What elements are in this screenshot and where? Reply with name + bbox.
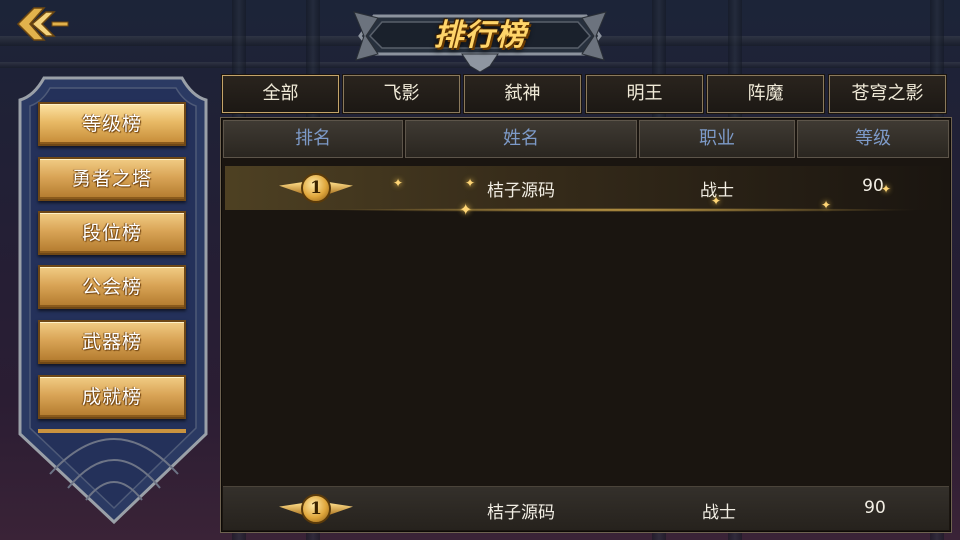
medal-wing [279, 182, 303, 194]
sparkle-icon: ✦ [881, 182, 892, 196]
tab-mingwang[interactable]: 明王 [585, 74, 704, 114]
header-name: 姓名 [405, 120, 637, 158]
side-item-tower[interactable]: 勇者之塔 [38, 157, 186, 201]
tab-all[interactable]: 全部 [221, 74, 340, 114]
sparkle-icon: ✦ [821, 198, 832, 212]
header-class: 职业 [639, 120, 795, 158]
tab-shishen[interactable]: 弑神 [463, 74, 582, 114]
medal-wing [329, 182, 353, 194]
side-item-weapon[interactable]: 武器榜 [38, 320, 186, 364]
medal-wing [279, 503, 303, 515]
ranking-table: 排名 姓名 职业 等级 1 桔子源码 战士 90 ✦ ✦ ✦ ✦ ✦ ✦ 1 桔… [220, 117, 952, 533]
side-menu-scroll-edge [38, 429, 186, 433]
back-arrow-icon [16, 7, 69, 41]
my-name: 桔子源码 [487, 503, 555, 523]
sparkle-icon: ✦ [393, 176, 404, 190]
page-title: 排行榜 [433, 18, 527, 53]
table-row[interactable]: 1 桔子源码 战士 90 [225, 166, 949, 210]
sparkle-icon: ✦ [459, 200, 473, 219]
my-class: 战士 [702, 503, 736, 523]
sparkle-icon: ✦ [711, 194, 722, 208]
side-item-guild[interactable]: 公会榜 [38, 265, 186, 309]
class-filter-tabs: 全部 飞影 弑神 明王 阵魔 苍穹之影 [220, 74, 952, 114]
tab-feiying[interactable]: 飞影 [342, 74, 461, 114]
side-item-achievement[interactable]: 成就榜 [38, 375, 186, 419]
title-banner: 排行榜 [352, 2, 608, 73]
header-rank: 排名 [223, 120, 403, 158]
side-item-tier[interactable]: 段位榜 [38, 211, 186, 255]
rank-medal-icon: 1 [279, 491, 353, 527]
header-level: 等级 [797, 120, 949, 158]
rank-number: 1 [301, 173, 331, 203]
player-level: 90 [862, 176, 884, 196]
tab-cangqiong[interactable]: 苍穹之影 [828, 74, 947, 114]
back-button[interactable] [14, 6, 70, 42]
medal-wing [329, 503, 353, 515]
rank-medal-icon: 1 [279, 170, 353, 206]
tab-zhenmo[interactable]: 阵魔 [706, 74, 825, 114]
my-rank-number: 1 [301, 494, 331, 524]
my-level: 90 [864, 498, 886, 518]
my-rank-row[interactable]: 1 桔子源码 战士 90 [223, 486, 949, 530]
side-item-level[interactable]: 等级榜 [38, 102, 186, 146]
player-name: 桔子源码 [487, 181, 555, 201]
sparkle-icon: ✦ [465, 176, 476, 190]
